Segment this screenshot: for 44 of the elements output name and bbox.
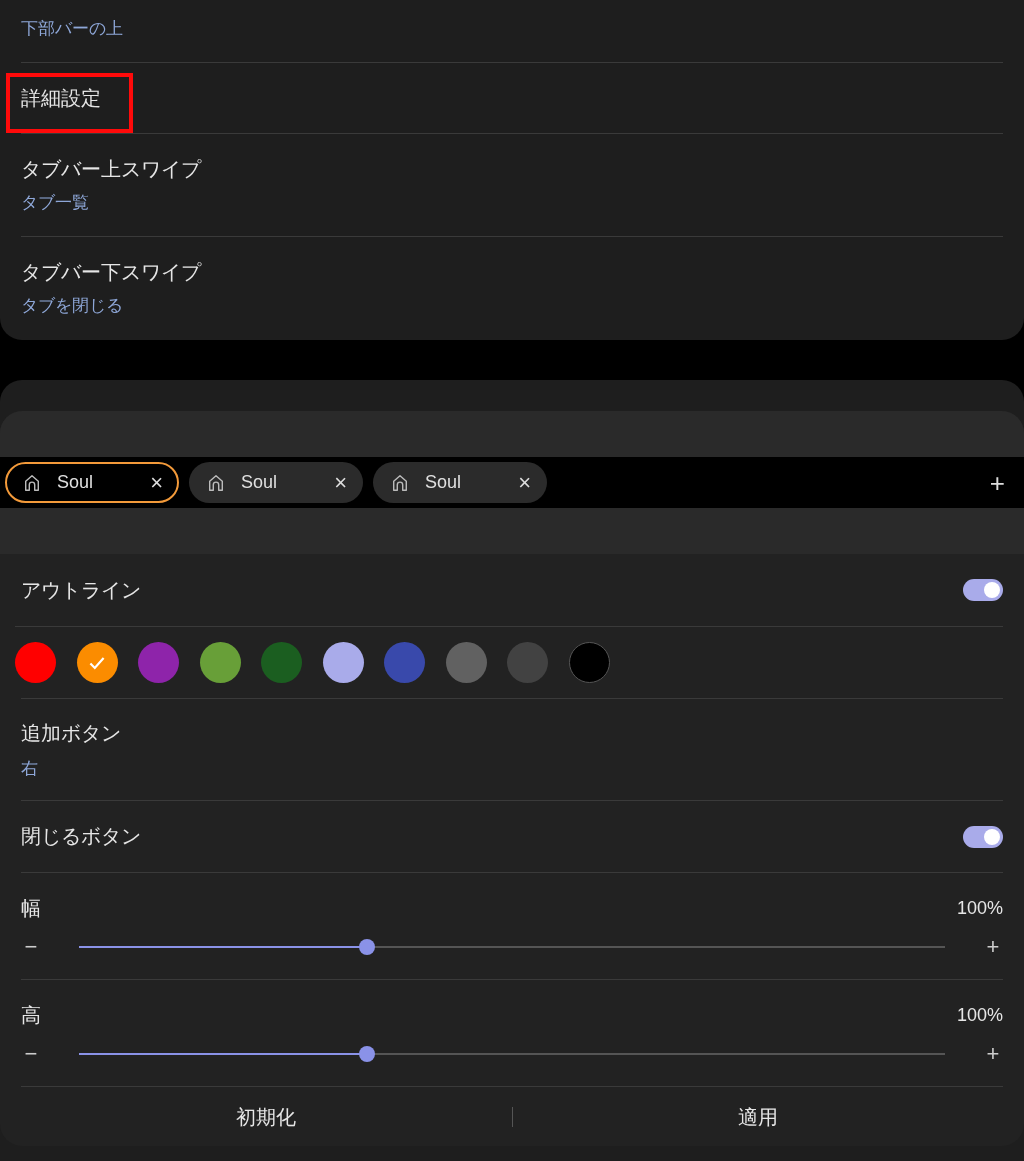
setting-value: タブを閉じる xyxy=(21,295,124,317)
slider-value: 100% xyxy=(956,897,1003,919)
slider-value: 100% xyxy=(956,1004,1003,1026)
color-swatch[interactable] xyxy=(15,642,56,683)
slider-thumb[interactable] xyxy=(359,1045,376,1062)
color-swatch[interactable] xyxy=(322,642,364,683)
setting-title: 高 xyxy=(21,1002,41,1028)
slider-thumb[interactable] xyxy=(359,938,376,955)
decrease-button[interactable]: − xyxy=(21,935,41,958)
tab[interactable]: Soul × xyxy=(189,462,363,503)
color-swatch[interactable] xyxy=(261,642,302,683)
color-swatch[interactable] xyxy=(76,642,118,683)
color-swatch[interactable] xyxy=(568,642,610,683)
close-icon[interactable]: × xyxy=(518,471,531,494)
color-swatch[interactable] xyxy=(507,642,548,683)
home-icon xyxy=(391,473,409,492)
color-swatch[interactable] xyxy=(384,642,425,683)
setting-value: 下部バーの上 xyxy=(21,18,124,40)
add-tab-button[interactable]: + xyxy=(989,469,1005,496)
home-icon xyxy=(23,473,41,492)
setting-title[interactable]: タブバー下スワイプ xyxy=(21,259,1003,286)
tab[interactable]: Soul × xyxy=(373,462,547,503)
setting-value: タブ一覧 xyxy=(21,192,90,214)
setting-value: 右 xyxy=(21,757,39,780)
color-swatch[interactable] xyxy=(138,642,179,683)
increase-button[interactable]: + xyxy=(983,1042,1003,1065)
color-swatch[interactable] xyxy=(445,642,487,683)
decrease-button[interactable]: − xyxy=(21,1042,41,1065)
increase-button[interactable]: + xyxy=(983,935,1003,958)
close-icon[interactable]: × xyxy=(334,471,347,494)
toggle-switch[interactable] xyxy=(963,579,1003,601)
setting-title: 閉じるボタン xyxy=(21,824,141,849)
close-icon[interactable]: × xyxy=(150,471,163,494)
setting-title[interactable]: 詳細設定 xyxy=(21,84,1003,112)
setting-title[interactable]: 追加ボタン xyxy=(21,719,1003,747)
home-icon xyxy=(207,473,225,492)
dialog-button[interactable]: 初期化 xyxy=(21,1095,512,1139)
setting-title: アウトライン xyxy=(21,577,141,603)
tab[interactable]: Soul × xyxy=(5,462,179,503)
dialog-button[interactable]: 適用 xyxy=(512,1095,1003,1139)
toggle-switch[interactable] xyxy=(963,825,1003,848)
color-swatch[interactable] xyxy=(199,642,241,683)
setting-title: 幅 xyxy=(21,895,41,921)
setting-title[interactable]: タブバー上スワイプ xyxy=(21,156,1003,183)
